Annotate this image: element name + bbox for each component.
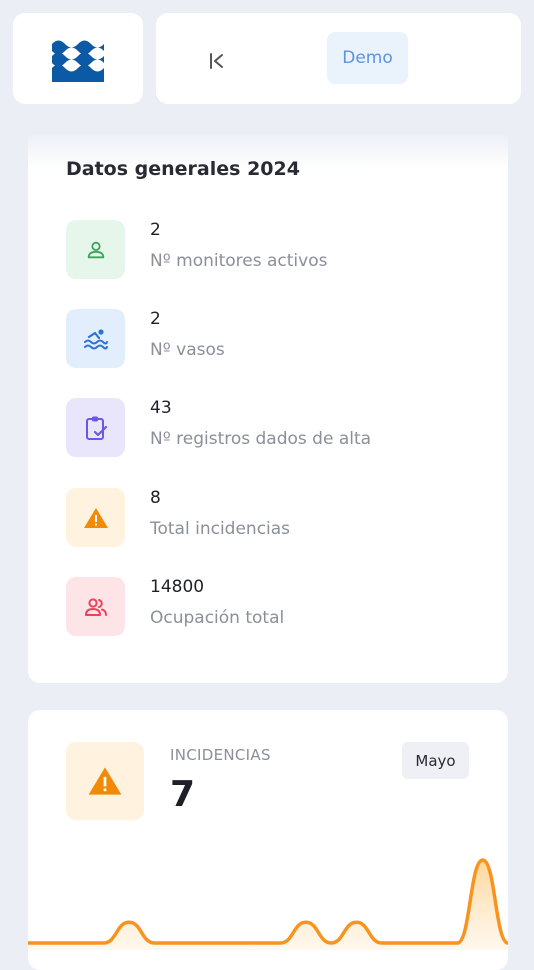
stat-icon-box	[66, 220, 125, 279]
stat-icon-box	[66, 398, 125, 457]
top-bar: Demo	[13, 13, 521, 104]
stat-registrations: 43 Nº registros dados de alta	[66, 398, 486, 458]
stat-value: 8	[150, 488, 161, 508]
stat-value: 43	[150, 398, 172, 418]
stat-incidents: 8 Total incidencias	[66, 488, 486, 548]
stat-label: Nº registros dados de alta	[150, 429, 372, 449]
month-selector[interactable]: Mayo	[402, 742, 469, 779]
stat-occupancy: 14800 Ocupación total	[66, 577, 486, 637]
sparkline-area	[28, 860, 508, 950]
stat-icon-box	[66, 488, 125, 547]
stat-icon-box	[66, 309, 125, 368]
demo-button[interactable]: Demo	[327, 32, 408, 84]
stat-pools: 2 Nº vasos	[66, 309, 486, 369]
clipboard-check-icon	[85, 416, 107, 440]
incidents-sparkline	[28, 858, 508, 950]
logo-card[interactable]	[13, 13, 143, 104]
stat-value: 2	[150, 220, 161, 240]
stat-label: Nº monitores activos	[150, 251, 328, 271]
stat-value: 14800	[150, 577, 205, 597]
incidents-icon-box	[66, 742, 144, 820]
stat-value: 2	[150, 309, 161, 329]
stat-label: Total incidencias	[150, 519, 291, 539]
stat-label: Ocupación total	[150, 608, 285, 628]
users-icon	[84, 597, 107, 616]
warning-icon	[83, 507, 108, 528]
stat-monitors: 2 Nº monitores activos	[66, 220, 486, 280]
water-waves-logo-icon	[52, 40, 104, 82]
stats-title: Datos generales 2024	[66, 158, 300, 180]
user-icon	[87, 241, 104, 258]
incidents-value: 7	[170, 774, 196, 815]
stat-label: Nº vasos	[150, 340, 225, 360]
collapse-sidebar-icon	[210, 53, 223, 69]
general-stats-card: Datos generales 2024 2 Nº monitores acti…	[28, 135, 508, 683]
collapse-sidebar-button[interactable]	[203, 47, 231, 75]
swimmer-icon	[83, 328, 108, 349]
incidents-card: INCIDENCIAS 7 Mayo	[28, 710, 508, 970]
stat-icon-box	[66, 577, 125, 636]
nav-card: Demo	[156, 13, 521, 104]
warning-icon	[88, 767, 122, 795]
incidents-label: INCIDENCIAS	[170, 746, 271, 764]
sparkline-line	[28, 858, 508, 945]
